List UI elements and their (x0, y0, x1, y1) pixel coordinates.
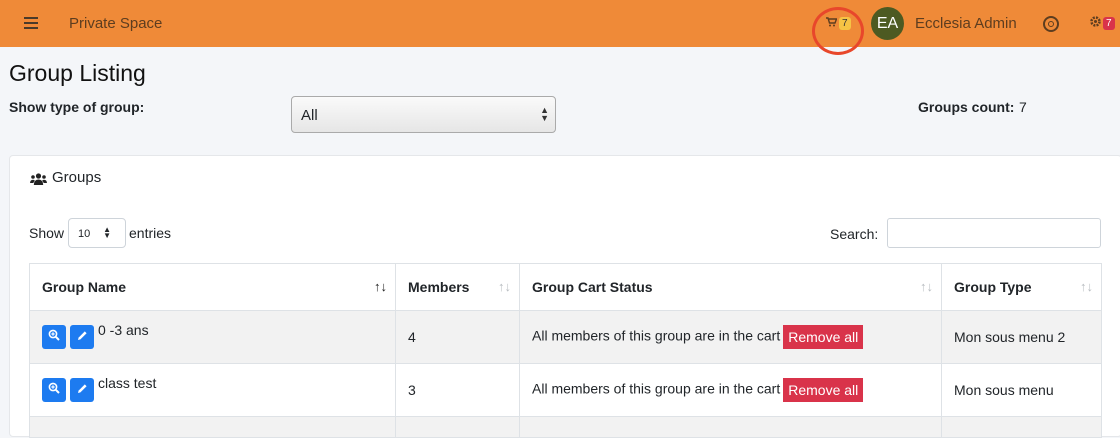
sort-icon: ↑↓ (920, 279, 933, 294)
col-header-group-type[interactable]: Group Type ↑↓ (941, 263, 1102, 311)
col-header-group-name[interactable]: Group Name ↑↓ (29, 263, 396, 311)
col-header-cart-status[interactable]: Group Cart Status ↑↓ (519, 263, 942, 311)
groups-count-label: Groups count: (918, 99, 1015, 115)
cart-status-text: All members of this group are in the car… (532, 327, 781, 344)
select-arrows-icon: ▲ ▼ (103, 225, 111, 240)
cell-members: 3 (395, 363, 520, 417)
pencil-icon[interactable] (70, 378, 94, 402)
group-type-select[interactable]: All ▲ ▼ (291, 96, 556, 133)
cell-cart-status: All members of this group are in the car… (519, 310, 942, 364)
gear-icon[interactable] (1089, 15, 1102, 31)
remove-all-button[interactable]: Remove all (783, 378, 864, 402)
show-label: Show (29, 225, 65, 241)
zoom-in-icon[interactable] (42, 378, 66, 402)
pencil-icon[interactable] (70, 325, 94, 349)
cell-members: 4 (395, 310, 520, 364)
zoom-in-icon[interactable] (42, 325, 66, 349)
users-icon (30, 172, 47, 185)
page-length-value: 10 (78, 228, 91, 240)
table-row (29, 416, 1102, 438)
cell-group-type: Mon sous menu (941, 363, 1102, 417)
annotation-circle-cart (812, 7, 864, 55)
card-header: Groups (30, 169, 101, 186)
page-title: Group Listing (9, 60, 146, 86)
entries-label: entries (129, 225, 172, 241)
groups-table: Group Name ↑↓ Members ↑↓ Group Cart Status… (29, 263, 1102, 438)
top-navbar: Private Space 7 EA Ecclesia Admin 7 (0, 0, 1120, 47)
group-name: 0 -3 ans (98, 322, 149, 338)
group-name: class test (98, 375, 157, 391)
cell-cart-status: All members of this group are in the car… (519, 363, 942, 417)
cell-group-type: Mon sous menu 2 (941, 310, 1102, 364)
select-arrows-icon: ▲ ▼ (540, 105, 549, 123)
col-header-members[interactable]: Members ↑↓ (395, 263, 520, 311)
sort-icon: ↑↓ (498, 279, 511, 294)
cart-status-text: All members of this group are in the car… (532, 380, 781, 397)
lifebuoy-icon[interactable] (1043, 16, 1059, 32)
search-input[interactable] (887, 218, 1101, 248)
user-name-link[interactable]: Ecclesia Admin (915, 15, 1017, 32)
cell-group-name: class test (29, 363, 396, 417)
page-length-select[interactable]: 10 ▲ ▼ (68, 218, 126, 248)
avatar[interactable]: EA (871, 7, 904, 40)
brand-link[interactable]: Private Space (69, 15, 162, 32)
groups-count-value: 7 (1019, 99, 1027, 115)
notifications-badge: 7 (1103, 17, 1115, 30)
sort-asc-icon: ↑↓ (374, 279, 387, 294)
table-row: 0 -3 ans 4 All members of this group are… (29, 310, 1102, 364)
remove-all-button[interactable]: Remove all (783, 325, 864, 349)
menu-icon[interactable] (24, 17, 38, 29)
group-type-selected: All (301, 107, 318, 124)
table-row: class test 3 All members of this group a… (29, 363, 1102, 417)
search-label: Search: (830, 226, 879, 242)
card-title: Groups (52, 169, 102, 186)
group-type-label: Show type of group: (9, 99, 145, 115)
cell-group-name: 0 -3 ans (29, 310, 396, 364)
table-header-row: Group Name ↑↓ Members ↑↓ Group Cart Status… (29, 263, 1102, 311)
sort-icon: ↑↓ (1080, 279, 1093, 294)
